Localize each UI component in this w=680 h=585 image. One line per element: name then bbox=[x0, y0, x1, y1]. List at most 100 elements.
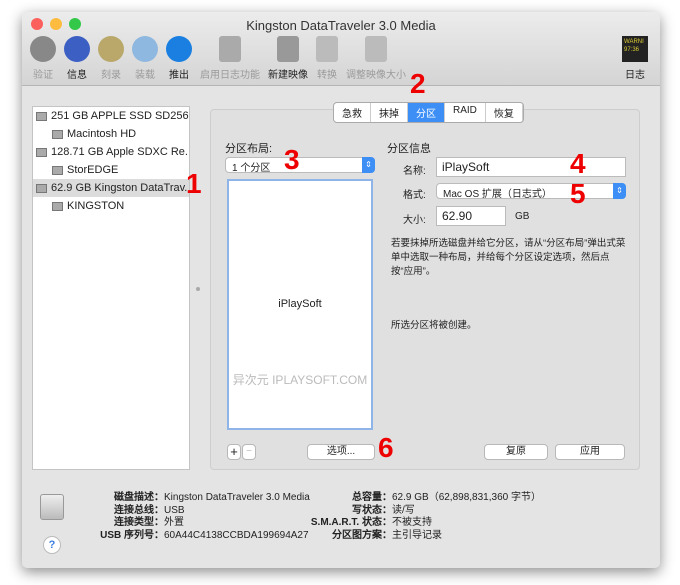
info-key: 总容量： bbox=[352, 492, 392, 503]
eject-icon bbox=[166, 36, 192, 62]
info-value: 外置 bbox=[164, 517, 184, 528]
toolbar-button-info[interactable]: 信息 bbox=[64, 36, 90, 81]
disk-list-label: 251 GB APPLE SSD SD256. bbox=[51, 110, 189, 122]
chevron-updown-icon: ⇕ bbox=[613, 183, 626, 199]
info-key: S.M.A.R.T. 状态： bbox=[310, 517, 392, 528]
annotation-4: 4 bbox=[570, 148, 586, 179]
layout-label: 分区布局: bbox=[225, 143, 273, 155]
options-button[interactable]: 选项... bbox=[307, 444, 375, 460]
size-input[interactable]: 62.90 bbox=[436, 206, 506, 226]
enable-journaling-icon bbox=[219, 36, 241, 62]
status-text: 所选分区将被创建。 bbox=[391, 320, 477, 331]
info-row: 写状态： 读/写 bbox=[290, 505, 541, 518]
revert-button[interactable]: 复原 bbox=[484, 444, 548, 460]
disk-info-left: 磁盘描述： Kingston DataTraveler 3.0 Media 连接总线… bbox=[80, 492, 310, 542]
disk-list-item[interactable]: 251 GB APPLE SSD SD256. bbox=[33, 107, 189, 125]
info-row: USB 序列号： 60A44C4138CCBDA199694A27 bbox=[80, 530, 310, 543]
apply-button[interactable]: 应用 bbox=[555, 444, 625, 460]
add-partition-button[interactable]: + bbox=[227, 444, 241, 460]
info-value: 主引导记录 bbox=[392, 529, 442, 541]
format-select[interactable]: Mac OS 扩展（日志式） ⇕ bbox=[436, 183, 626, 200]
resize-image-icon bbox=[365, 36, 387, 62]
format-value: Mac OS 扩展（日志式） bbox=[443, 189, 552, 200]
info-key: 分区图方案： bbox=[332, 529, 392, 541]
info-key: 写状态： bbox=[352, 504, 392, 516]
tab-1[interactable]: 抹掉 bbox=[371, 103, 408, 122]
toolbar-button-enable-journaling[interactable]: 启用日志功能 bbox=[200, 36, 260, 81]
partition-map[interactable]: iPlaySoft 异次元 IPLAYSOFT.COM bbox=[227, 179, 373, 430]
toolbar-label: 装载 bbox=[135, 70, 155, 81]
toolbar-button-resize-image[interactable]: 调整映像大小 bbox=[346, 36, 406, 81]
annotation-3: 3 bbox=[284, 144, 300, 175]
toolbar-label: 验证 bbox=[33, 70, 53, 81]
toolbar-button-eject[interactable]: 推出 bbox=[166, 36, 192, 81]
disk-list[interactable]: 251 GB APPLE SSD SD256. Macintosh HD 128.7… bbox=[32, 106, 190, 470]
log-label: 日志 bbox=[625, 70, 645, 81]
name-input[interactable]: iPlaySoft bbox=[436, 157, 626, 177]
toolbar-label: 启用日志功能 bbox=[200, 70, 260, 81]
disk-info-right: 总容量： 62.9 GB（62,898,831,360 字节） 写状态： 读/写 S.M… bbox=[290, 492, 541, 542]
toolbar-button-burn[interactable]: 刻录 bbox=[98, 36, 124, 81]
disk-icon bbox=[52, 165, 63, 175]
disk-icon bbox=[36, 111, 47, 121]
toolbar-label: 新建映像 bbox=[268, 70, 308, 81]
info-key: 连接总线： bbox=[114, 504, 164, 516]
toolbar-label: 转换 bbox=[317, 70, 337, 81]
disk-list-label: StorEDGE bbox=[67, 164, 119, 176]
info-key: 磁盘描述： bbox=[114, 492, 164, 503]
mount-icon bbox=[132, 36, 158, 62]
size-unit: GB bbox=[515, 211, 530, 222]
tab-2[interactable]: 分区 bbox=[408, 103, 445, 122]
tab-3[interactable]: RAID bbox=[445, 103, 486, 122]
layout-value: 1 个分区 bbox=[232, 163, 271, 174]
chevron-updown-icon: ⇕ bbox=[362, 157, 375, 173]
toolbar-button-new-image[interactable]: 新建映像 bbox=[268, 36, 308, 81]
disk-icon bbox=[52, 129, 63, 139]
log-icon: WARNI 97:36 bbox=[622, 36, 648, 62]
toolbar-label: 刻录 bbox=[101, 70, 121, 81]
toolbar: Kingston DataTraveler 3.0 Media 验证 信息 刻录 装载… bbox=[22, 12, 660, 86]
disk-list-label: KINGSTON bbox=[67, 200, 125, 212]
tab-4[interactable]: 恢复 bbox=[486, 103, 523, 122]
info-row: 分区图方案： 主引导记录 bbox=[290, 530, 541, 543]
burn-icon bbox=[98, 36, 124, 62]
disk-icon bbox=[52, 201, 63, 211]
info-value: Kingston DataTraveler 3.0 Media bbox=[164, 492, 310, 503]
disk-list-item[interactable]: 62.9 GB Kingston DataTrav. bbox=[33, 179, 189, 197]
info-key: 连接类型： bbox=[114, 517, 164, 528]
disk-list-item[interactable]: Macintosh HD bbox=[33, 125, 189, 143]
toolbar-label: 调整映像大小 bbox=[346, 70, 406, 81]
info-value: 不被支持 bbox=[392, 517, 432, 528]
toolbar-button-mount[interactable]: 装载 bbox=[132, 36, 158, 81]
toolbar-button-convert[interactable]: 转换 bbox=[316, 36, 338, 81]
toolbar-label: 推出 bbox=[169, 70, 189, 81]
help-text: 若要抹掉所选磁盘并给它分区，请从“分区布局”弹出式菜单中选取一种布局，并给每个分… bbox=[391, 238, 626, 277]
annotation-1: 1 bbox=[186, 168, 202, 199]
info-row: 连接类型： 外置 bbox=[80, 517, 310, 530]
info-row: S.M.A.R.T. 状态： 不被支持 bbox=[290, 517, 541, 530]
disk-utility-window: Kingston DataTraveler 3.0 Media 验证 信息 刻录 装载… bbox=[22, 12, 660, 568]
disk-list-item[interactable]: StorEDGE bbox=[33, 161, 189, 179]
info-value: 60A44C4138CCBDA199694A27 bbox=[164, 529, 309, 541]
annotation-2: 2 bbox=[410, 68, 426, 99]
info-icon bbox=[64, 36, 90, 62]
help-button[interactable]: ? bbox=[43, 536, 61, 554]
disk-list-item[interactable]: 128.71 GB Apple SDXC Re. bbox=[33, 143, 189, 161]
size-label: 大小: bbox=[403, 215, 426, 226]
remove-partition-button[interactable]: − bbox=[242, 444, 256, 460]
info-row: 磁盘描述： Kingston DataTraveler 3.0 Media bbox=[80, 492, 310, 505]
info-row: 连接总线： USB bbox=[80, 505, 310, 518]
split-handle[interactable] bbox=[196, 287, 200, 291]
disk-list-label: Macintosh HD bbox=[67, 128, 137, 140]
log-button[interactable]: WARNI 97:36 日志 bbox=[622, 36, 648, 81]
disk-list-item[interactable]: KINGSTON bbox=[33, 197, 189, 215]
toolbar-button-microscope[interactable]: 验证 bbox=[30, 36, 56, 81]
new-image-icon bbox=[277, 36, 299, 62]
info-value: 读/写 bbox=[392, 504, 415, 516]
disk-list-label: 62.9 GB Kingston DataTrav. bbox=[51, 182, 188, 194]
layout-select[interactable]: 1 个分区 ⇕ bbox=[225, 157, 375, 174]
annotation-6: 6 bbox=[378, 432, 394, 463]
name-label: 名称: bbox=[403, 166, 426, 177]
tab-0[interactable]: 急救 bbox=[334, 103, 371, 122]
disk-icon bbox=[36, 147, 47, 157]
